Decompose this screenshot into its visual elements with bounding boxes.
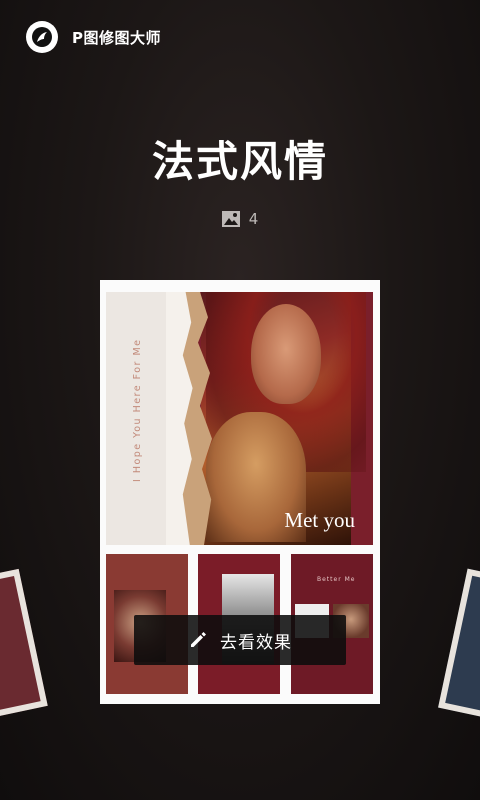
- app-logo-icon: [26, 21, 58, 53]
- portrait-face: [251, 304, 321, 404]
- main-collage-image: I Hope You Here For Me Met you: [106, 292, 373, 545]
- collage-caption: Met you: [284, 508, 355, 532]
- view-effect-button[interactable]: 去看效果: [134, 615, 346, 665]
- image-icon: [221, 211, 240, 227]
- view-effect-label: 去看效果: [220, 632, 292, 653]
- image-count: 4: [248, 210, 259, 228]
- prev-template-card[interactable]: [0, 568, 48, 722]
- app-name: P图修图大师: [72, 28, 161, 47]
- template-title: 法式风情: [151, 137, 328, 186]
- next-template-card[interactable]: [438, 568, 480, 724]
- vertical-tagline: I Hope You Here For Me: [132, 338, 143, 482]
- app-header: P图修图大师: [26, 20, 161, 54]
- image-count-row: 4: [0, 210, 480, 228]
- thumbnail-3-label: Better Me: [317, 576, 356, 583]
- pencil-icon: [191, 632, 206, 647]
